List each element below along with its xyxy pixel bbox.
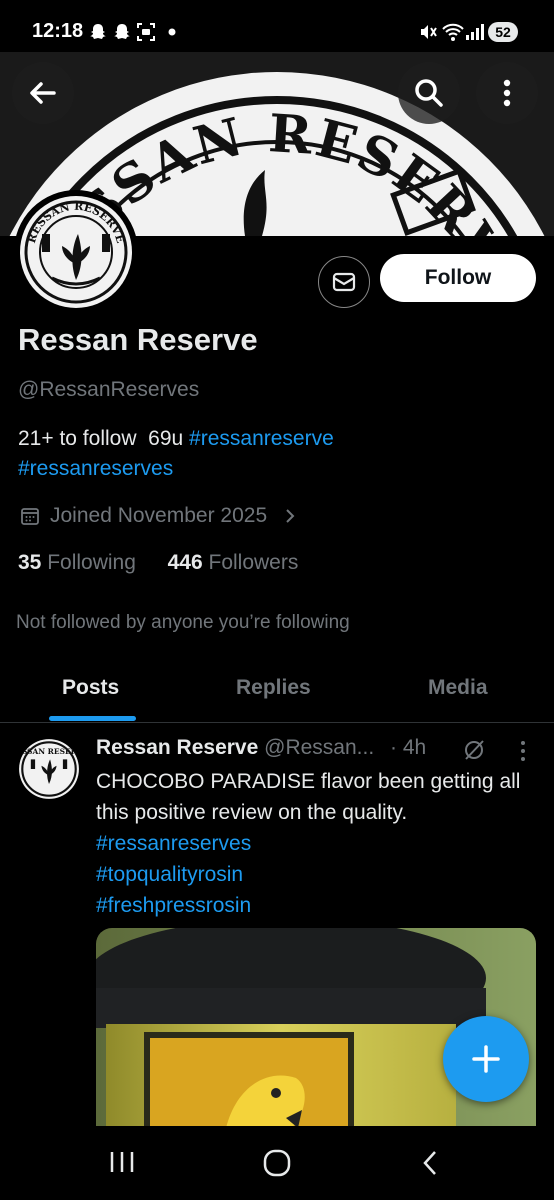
- follow-counts: 35 Following 446 Followers: [18, 551, 298, 575]
- back-button[interactable]: [12, 62, 74, 124]
- snapchat-icon: [114, 24, 130, 39]
- avatar-logo-image: RESSAN RESERVE: [20, 196, 132, 308]
- tab-posts[interactable]: Posts: [62, 676, 119, 700]
- post-header: Ressan Reserve @Ressan... · 4h: [96, 736, 426, 760]
- back-nav-icon[interactable]: [420, 1148, 440, 1178]
- notification-dot-icon: [168, 28, 176, 36]
- more-vertical-icon: [503, 79, 511, 107]
- following-label: Following: [47, 551, 136, 574]
- status-time: 12:18: [32, 20, 84, 42]
- snapchat-icon: [90, 24, 106, 39]
- home-icon[interactable]: [262, 1148, 292, 1178]
- followers-label: Followers: [208, 551, 299, 574]
- message-button[interactable]: [318, 256, 370, 308]
- chevron-right-icon: [286, 509, 295, 523]
- screenshot-icon: [137, 23, 155, 41]
- signal-icon: [466, 24, 484, 40]
- plus-icon: [472, 1045, 500, 1073]
- joined-date: Joined November 2025: [50, 504, 268, 527]
- search-button[interactable]: [398, 62, 460, 124]
- post-time: · 4h: [390, 736, 427, 759]
- post-hashtag[interactable]: #topqualityrosin: [96, 859, 542, 890]
- envelope-icon: [332, 272, 356, 292]
- profile-tabs: Posts Replies Media: [0, 660, 554, 723]
- mutual-followers-note: Not followed by anyone you’re following: [16, 612, 350, 633]
- bio-hashtag[interactable]: #ressanreserves: [18, 457, 173, 480]
- follow-button[interactable]: Follow: [380, 254, 536, 302]
- profile-handle: @RessanReserves: [18, 378, 200, 401]
- profile-avatar[interactable]: RESSAN RESERVE: [14, 190, 138, 314]
- active-tab-indicator: [49, 716, 136, 721]
- joined-date-row[interactable]: Joined November 2025: [20, 504, 297, 528]
- display-name: Ressan Reserve: [18, 322, 258, 357]
- system-nav-bar: [0, 1126, 554, 1200]
- search-icon: [415, 79, 443, 107]
- bio-hashtag[interactable]: #ressanreserve: [189, 427, 334, 450]
- post-hashtag[interactable]: #ressanreserves: [96, 828, 542, 859]
- back-arrow-icon: [30, 82, 56, 104]
- post-more-icon[interactable]: [520, 740, 526, 762]
- grok-icon[interactable]: [462, 738, 486, 762]
- profile-bio: 21+ to follow 69u #ressanreserve #ressan…: [18, 424, 538, 484]
- status-bar: 12:18 52: [0, 0, 554, 60]
- post-author-handle[interactable]: @Ressan...: [264, 736, 374, 759]
- followers-count: 446: [167, 551, 203, 574]
- tab-replies[interactable]: Replies: [236, 676, 311, 700]
- compose-post-button[interactable]: [443, 1016, 529, 1102]
- post-author-avatar[interactable]: RESSAN RESERVE: [18, 738, 80, 800]
- post-avatar-logo-image: RESSAN RESERVE: [18, 739, 80, 799]
- wifi-icon: [442, 23, 464, 41]
- post-body: CHOCOBO PARADISE flavor been getting all…: [96, 766, 542, 921]
- post-text: CHOCOBO PARADISE flavor been getting all…: [96, 770, 521, 824]
- battery-indicator: 52: [488, 22, 518, 42]
- post-hashtag[interactable]: #freshpressrosin: [96, 890, 542, 921]
- svg-text:RESSAN RESERVE: RESSAN RESERVE: [18, 747, 80, 756]
- tab-media[interactable]: Media: [428, 676, 488, 700]
- followers-link[interactable]: 446 Followers: [168, 551, 299, 574]
- more-options-button[interactable]: [476, 62, 538, 124]
- calendar-icon: [21, 508, 39, 525]
- bio-text: 21+ to follow 69u: [18, 427, 190, 450]
- post-author-name[interactable]: Ressan Reserve: [96, 736, 258, 759]
- recent-apps-icon[interactable]: [108, 1150, 136, 1174]
- mute-icon: [421, 25, 437, 39]
- following-count: 35: [18, 551, 42, 574]
- following-link[interactable]: 35 Following: [18, 551, 136, 574]
